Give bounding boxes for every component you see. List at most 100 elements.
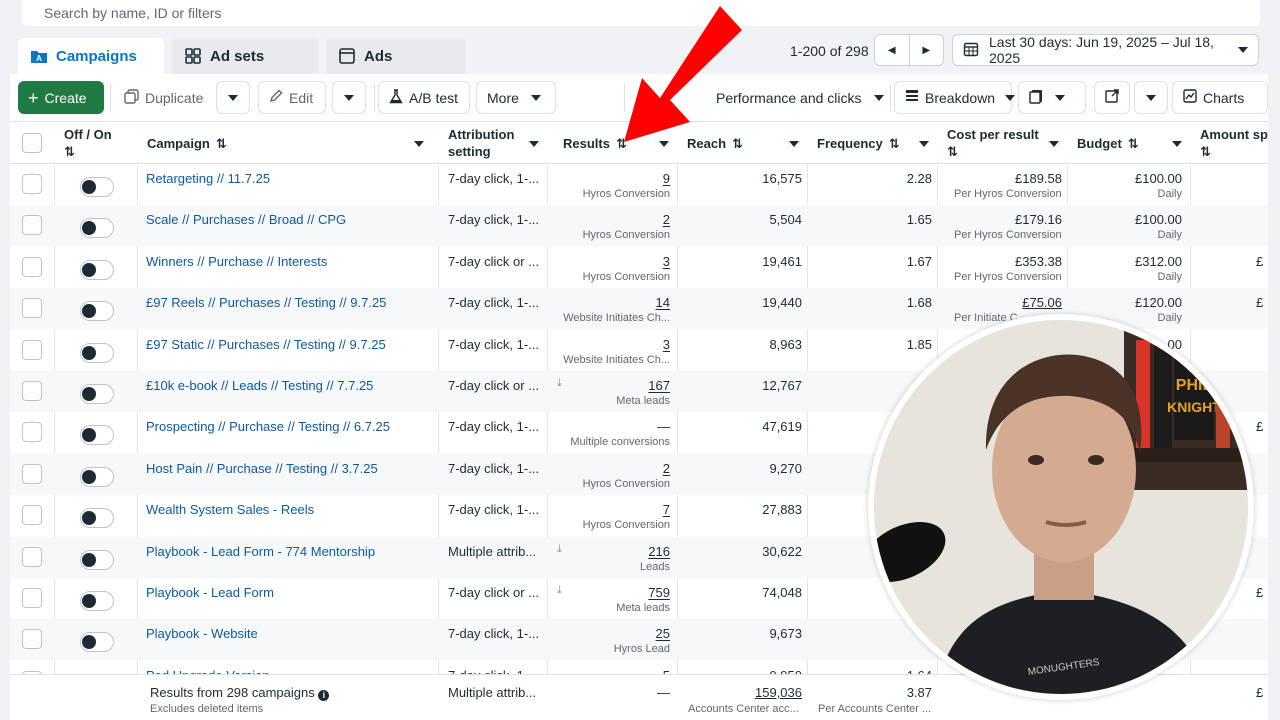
create-button[interactable]: + Create [18,81,104,114]
campaign-name-link[interactable]: Playbook - Website [146,626,258,641]
row-checkbox[interactable] [22,339,42,360]
row-checkbox[interactable] [22,422,42,443]
tab-ads[interactable]: Ads [326,38,466,74]
campaign-name-link[interactable]: Playbook - Lead Form - 774 Mentorship [146,544,375,559]
table-row[interactable]: Winners // Purchase // Interests 7-day cl… [10,247,1268,288]
campaign-toggle[interactable] [80,177,114,197]
budget-value[interactable]: £120.00 [1135,295,1182,310]
result-value[interactable]: 9 [663,171,670,186]
next-page-button[interactable]: ▶ [908,35,944,65]
attribution-setting: 7-day click or ... [448,253,540,269]
campaign-name-link[interactable]: Retargeting // 11.7.25 [146,171,270,186]
ad-icon [338,47,356,65]
prev-page-button[interactable]: ◀ [875,35,909,65]
edit-dropdown-button[interactable] [332,81,366,114]
budget-value[interactable]: £100.00 [1135,212,1182,227]
result-value[interactable]: 14 [656,295,670,310]
result-value[interactable]: 2 [663,212,670,227]
duplicate-dropdown-button[interactable] [216,81,250,114]
result-value[interactable]: 167 [648,378,670,393]
budget-value[interactable]: £312.00 [1135,254,1182,269]
charts-button[interactable]: Charts [1172,81,1268,114]
tab-campaigns[interactable]: A Campaigns [18,38,164,74]
campaign-name-link[interactable]: Host Pain // Purchase // Testing // 3.7.… [146,461,378,476]
row-checkbox[interactable] [22,256,42,277]
campaign-toggle[interactable] [80,508,114,529]
result-value[interactable]: 3 [663,337,670,352]
table-row[interactable]: Scale // Purchases // Broad // CPG 7-day … [10,205,1268,247]
table-row[interactable]: Retargeting // 11.7.25 7-day click, 1-...… [10,164,1268,205]
chevron-down-icon [919,141,929,147]
campaign-name-link[interactable]: Winners // Purchase // Interests [146,254,327,269]
more-button[interactable]: More [476,81,556,114]
breakdown-button[interactable]: Breakdown [894,81,1016,114]
campaign-toggle[interactable] [80,259,114,280]
campaign-toggle[interactable] [80,425,114,446]
export-button[interactable] [1094,81,1130,114]
row-checkbox[interactable] [22,215,42,236]
campaign-name-link[interactable]: Playbook - Lead Form [146,585,274,600]
attribution-setting: 7-day click, 1-... [448,336,540,352]
result-type: Meta leads [616,602,670,614]
column-header-frequency[interactable]: Frequency ⇅ [807,122,937,164]
column-header-off-on[interactable]: Off / On ⇅ [54,122,137,164]
row-checkbox[interactable] [22,298,42,319]
chevron-left-icon: ◀ [887,44,896,56]
export-dropdown-button[interactable] [1134,81,1168,114]
download-icon[interactable]: ⤓ [557,584,562,597]
campaign-toggle[interactable] [80,591,114,611]
campaign-name-link[interactable]: £97 Reels // Purchases // Testing // 9.7… [146,295,386,310]
result-value[interactable]: 7 [663,502,670,517]
row-checkbox[interactable] [22,381,42,401]
row-checkbox[interactable] [22,505,42,526]
info-icon[interactable]: i [318,690,330,701]
campaign-toggle[interactable] [80,466,114,487]
row-checkbox[interactable] [22,588,42,608]
result-type: Hyros Conversion [582,270,670,283]
campaign-toggle[interactable] [80,384,114,404]
column-header-cost-per-result[interactable]: Cost per result ⇅ [937,122,1067,164]
sort-icon: ⇅ [64,144,75,159]
chevron-down-icon [1005,94,1016,101]
campaign-toggle[interactable] [80,632,114,653]
result-value[interactable]: 759 [648,585,670,600]
cost-per-result-value: £189.58 [1015,171,1062,186]
campaign-name-link[interactable]: Wealth System Sales - Reels [146,502,314,517]
row-checkbox[interactable] [22,174,42,194]
campaign-name-link[interactable]: £97 Static // Purchases // Testing // 9.… [146,337,386,352]
footer-summary: Results from 298 campaigns i [150,685,330,701]
duplicate-button[interactable]: Duplicate [114,81,213,114]
column-header-budget[interactable]: Budget ⇅ [1067,122,1190,164]
campaign-toggle[interactable] [80,549,114,570]
tab-ad-sets[interactable]: Ad sets [172,38,318,74]
campaign-toggle[interactable] [80,218,114,239]
row-checkbox[interactable] [22,629,42,650]
frequency-value: 1.67 [906,253,932,269]
toolbar-divider [374,84,375,112]
tab-ads-label: Ads [364,47,393,65]
date-range-picker[interactable]: Last 30 days: Jun 19, 2025 – Jul 18, 202… [952,34,1259,66]
campaign-name-link[interactable]: £10k e-book // Leads // Testing // 7.7.2… [146,378,373,393]
campaign-name-link[interactable]: Prospecting // Purchase // Testing // 6.… [146,419,390,434]
result-value[interactable]: 3 [663,254,670,269]
result-value[interactable]: — [657,419,670,434]
campaign-toggle[interactable] [80,342,114,363]
row-checkbox[interactable] [22,546,42,567]
column-header-attribution[interactable]: Attribution setting [438,122,547,164]
report-button[interactable] [1018,81,1086,114]
column-header-campaign[interactable]: Campaign ⇅ [137,122,438,164]
select-all-checkbox[interactable] [22,133,42,153]
column-header-amount-spent[interactable]: Amount sp ⇅ [1190,122,1268,164]
budget-value[interactable]: £100.00 [1135,171,1182,186]
result-value[interactable]: 216 [648,544,670,559]
campaign-name-link[interactable]: Scale // Purchases // Broad // CPG [146,212,346,227]
row-checkbox[interactable] [22,463,42,484]
result-value[interactable]: 2 [663,461,670,476]
chevron-down-icon [873,94,884,101]
download-icon[interactable]: ⤓ [557,377,562,390]
ab-test-button[interactable]: A/B test [378,81,470,114]
edit-button[interactable]: Edit [258,81,326,114]
download-icon[interactable]: ⤓ [557,543,562,556]
result-value[interactable]: 25 [656,626,670,641]
campaign-toggle[interactable] [80,301,114,322]
